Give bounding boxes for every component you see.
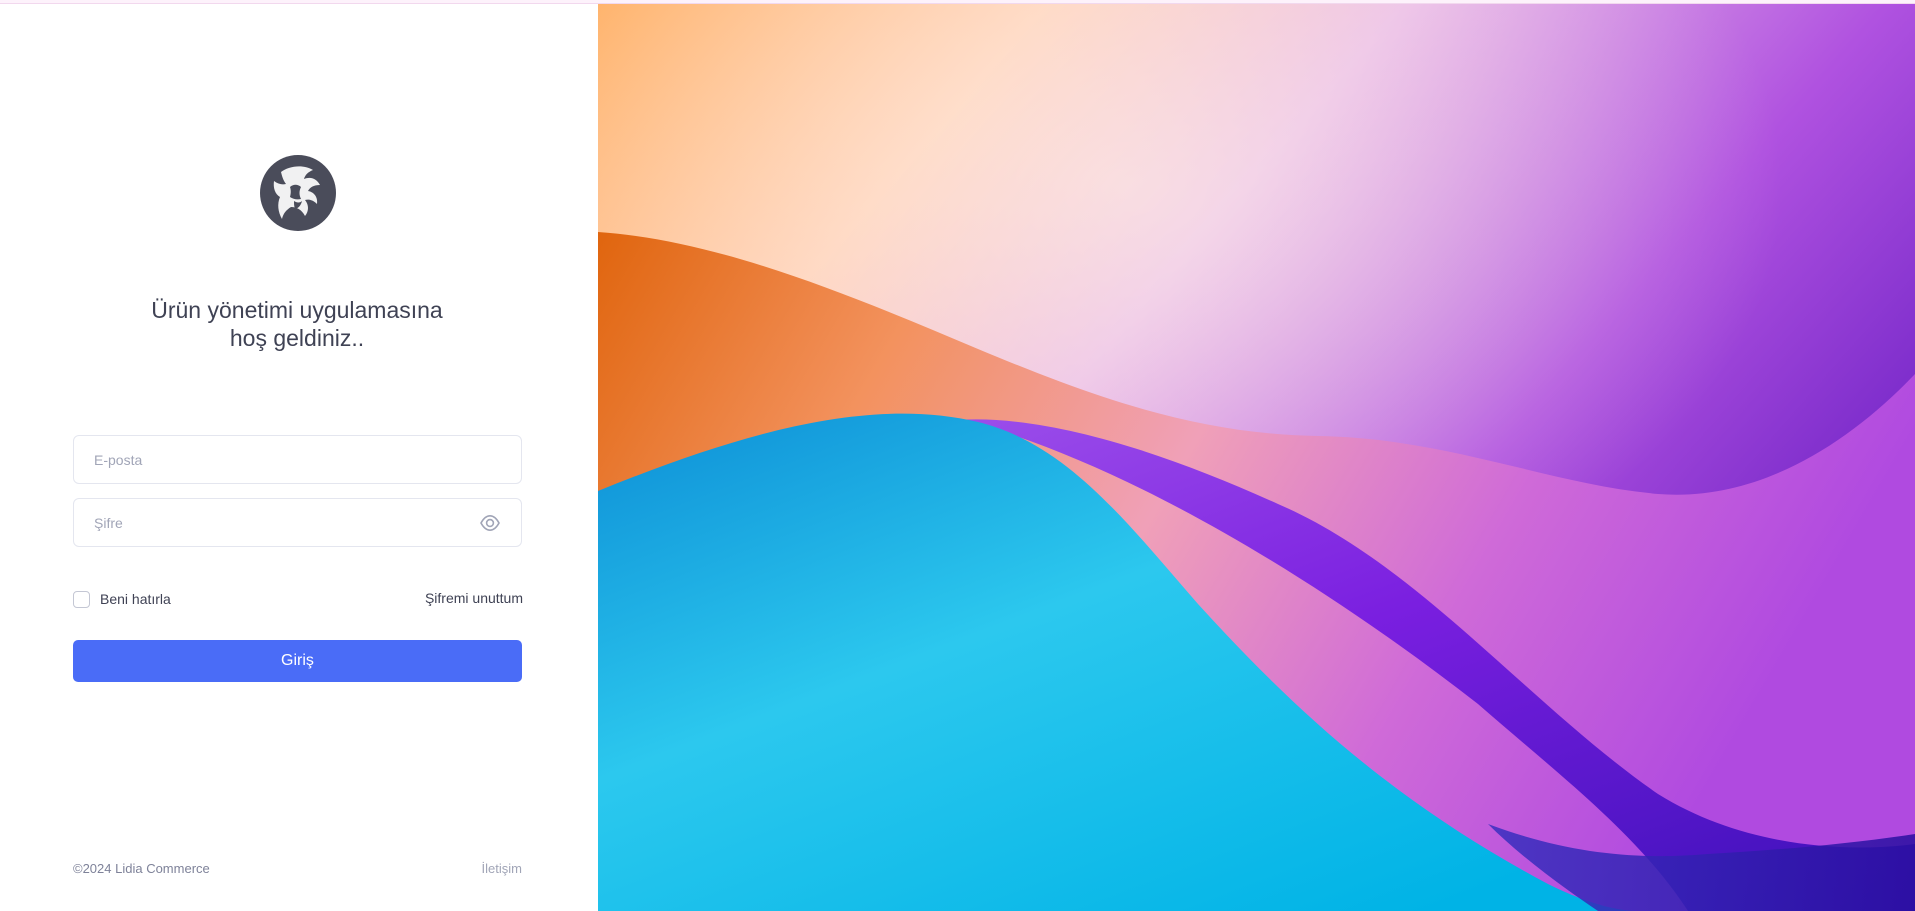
email-field[interactable]: [73, 435, 522, 484]
remember-me-checkbox[interactable]: Beni hatırla: [73, 589, 171, 609]
decorative-wave-art: [598, 4, 1915, 911]
welcome-title-line2: hoş geldiniz..: [229, 325, 365, 351]
forgot-password-link[interactable]: Şifremi unuttum: [425, 590, 523, 606]
password-input[interactable]: [94, 499, 474, 546]
password-field[interactable]: [73, 498, 522, 547]
email-input[interactable]: [94, 436, 474, 483]
eye-icon[interactable]: [480, 514, 500, 532]
remember-me-label[interactable]: Beni hatırla: [100, 591, 171, 607]
login-button[interactable]: Giriş: [73, 640, 522, 682]
copyright-text: ©2024 Lidia Commerce: [73, 861, 210, 876]
welcome-title-line1: Ürün yönetimi uygulamasına: [151, 297, 443, 323]
checkbox-box[interactable]: [73, 590, 90, 608]
contact-link[interactable]: İletişim: [482, 861, 522, 876]
lion-logo-icon: [259, 154, 337, 232]
